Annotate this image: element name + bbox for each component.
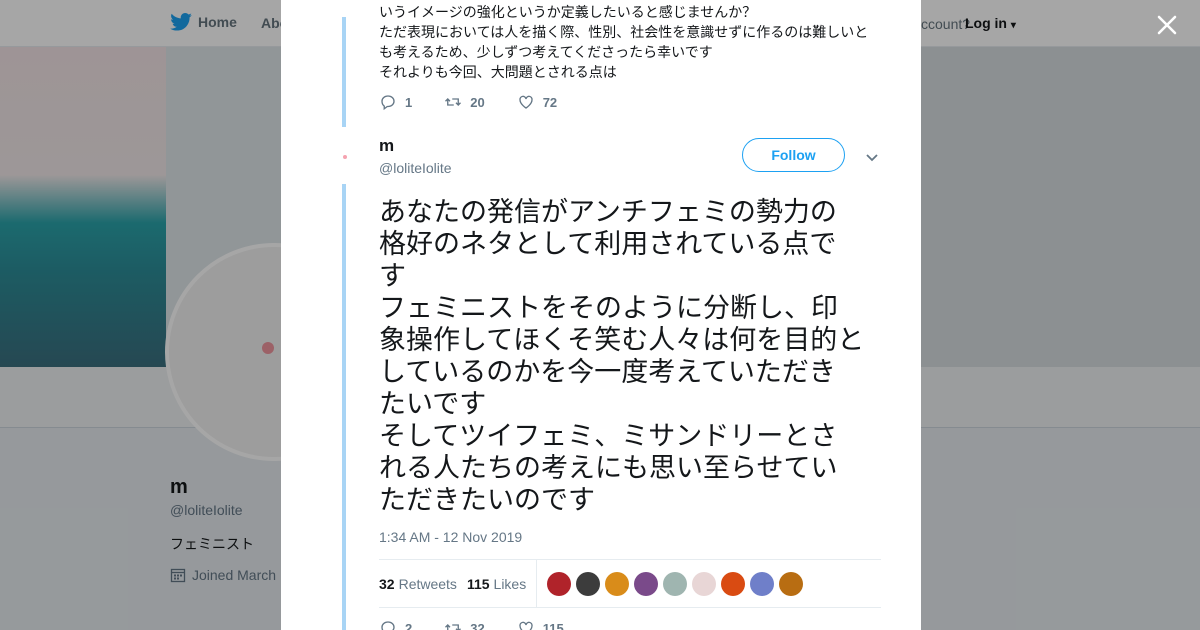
tweet-text-line: ただきたいのです xyxy=(379,485,595,515)
liker-avatar[interactable] xyxy=(634,571,659,596)
stats-divider xyxy=(536,560,538,607)
previous-tweet-line: も考えるため、少しずつ考えてくださったら幸いです xyxy=(379,44,713,60)
tweet-text-line: 格好のネタとして利用されている点で xyxy=(379,229,837,259)
tweet-stats: 32 Retweets 115 Likes xyxy=(379,559,881,608)
heart-icon xyxy=(519,621,533,630)
likes-stat[interactable]: 115 Likes xyxy=(467,576,526,592)
close-icon[interactable] xyxy=(1155,13,1179,37)
tweet-text-line: れる人たちの考えにも思い至らせてい xyxy=(379,453,838,483)
retweet-count: 20 xyxy=(470,94,485,110)
like-count: 115 xyxy=(542,620,564,630)
chevron-down-icon[interactable] xyxy=(865,150,879,164)
likes-stat-label: Likes xyxy=(493,575,527,592)
retweets-stat[interactable]: 32 Retweets xyxy=(379,576,457,592)
tweet-author-name[interactable]: m xyxy=(379,136,394,156)
likes-stat-count: 115 xyxy=(466,575,490,592)
retweet-icon xyxy=(445,98,462,106)
tweet-author-handle[interactable]: @loliteIolite xyxy=(379,160,452,176)
retweets-stat-count: 32 xyxy=(379,575,395,592)
reply-button[interactable]: 1 xyxy=(379,93,412,111)
liker-avatar[interactable] xyxy=(547,571,572,596)
liker-avatar[interactable] xyxy=(779,571,804,596)
liker-avatar[interactable] xyxy=(692,571,717,596)
like-button[interactable]: 115 xyxy=(517,619,564,630)
liker-avatar[interactable] xyxy=(576,571,601,596)
retweet-button[interactable]: 20 xyxy=(444,93,485,111)
liker-avatars xyxy=(547,571,804,596)
tweet-timestamp[interactable]: 1:34 AM - 12 Nov 2019 xyxy=(379,529,522,545)
tweet-text-line: そしてツイフェミ、ミサンドリーとさ xyxy=(379,421,838,451)
tweet-text-line: あなたの発信がアンチフェミの勢力の xyxy=(379,197,837,227)
thread-line-top xyxy=(342,17,346,127)
liker-avatar[interactable] xyxy=(721,571,746,596)
heart-icon xyxy=(519,95,533,109)
reply-count: 1 xyxy=(405,94,413,110)
like-button[interactable]: 72 xyxy=(517,93,557,111)
tweet-text-line: しているのかを今一度考えていただき xyxy=(379,357,836,387)
tweet-text-line: フェミニストをそのように分断し、印 xyxy=(379,293,838,323)
thread-connector-dot xyxy=(343,155,347,159)
previous-tweet-actions: 1 20 72 xyxy=(379,93,589,111)
tweet-text-line: 象操作してほくそ笑む人々は何を目的と xyxy=(379,325,865,355)
retweet-button[interactable]: 32 xyxy=(444,619,485,630)
liker-avatar[interactable] xyxy=(605,571,630,596)
reply-icon xyxy=(381,95,395,111)
retweets-stat-label: Retweets xyxy=(398,575,457,592)
previous-tweet-text: いうイメージの強化というか定義したいると感じませんか？ ただ表現においては人を描… xyxy=(379,2,879,82)
retweet-icon xyxy=(445,624,462,630)
tweet-text-line: す xyxy=(379,261,406,291)
reply-count: 2 xyxy=(405,620,413,630)
liker-avatar[interactable] xyxy=(663,571,688,596)
tweet-text: あなたの発信がアンチフェミの勢力の 格好のネタとして利用されている点で す フェ… xyxy=(379,196,889,516)
tweet-modal: いうイメージの強化というか定義したいると感じませんか？ ただ表現においては人を描… xyxy=(281,0,921,630)
tweet-actions: 2 32 115 xyxy=(379,619,596,630)
reply-button[interactable]: 2 xyxy=(379,619,412,630)
like-count: 72 xyxy=(542,94,558,110)
thread-line-main xyxy=(342,184,346,630)
tweet-text-line: たいです xyxy=(379,389,487,419)
liker-avatar[interactable] xyxy=(750,571,775,596)
reply-icon xyxy=(381,621,395,630)
retweet-count: 32 xyxy=(470,620,485,630)
previous-tweet-line: それよりも今回、大問題とされる点は xyxy=(379,64,617,80)
previous-tweet-line: いうイメージの強化というか定義したいると感じませんか？ xyxy=(379,4,757,20)
previous-tweet-line: ただ表現においては人を描く際、性別、社会性を意識せずに作るのは難しいと xyxy=(379,24,869,40)
follow-button[interactable]: Follow xyxy=(742,138,845,172)
